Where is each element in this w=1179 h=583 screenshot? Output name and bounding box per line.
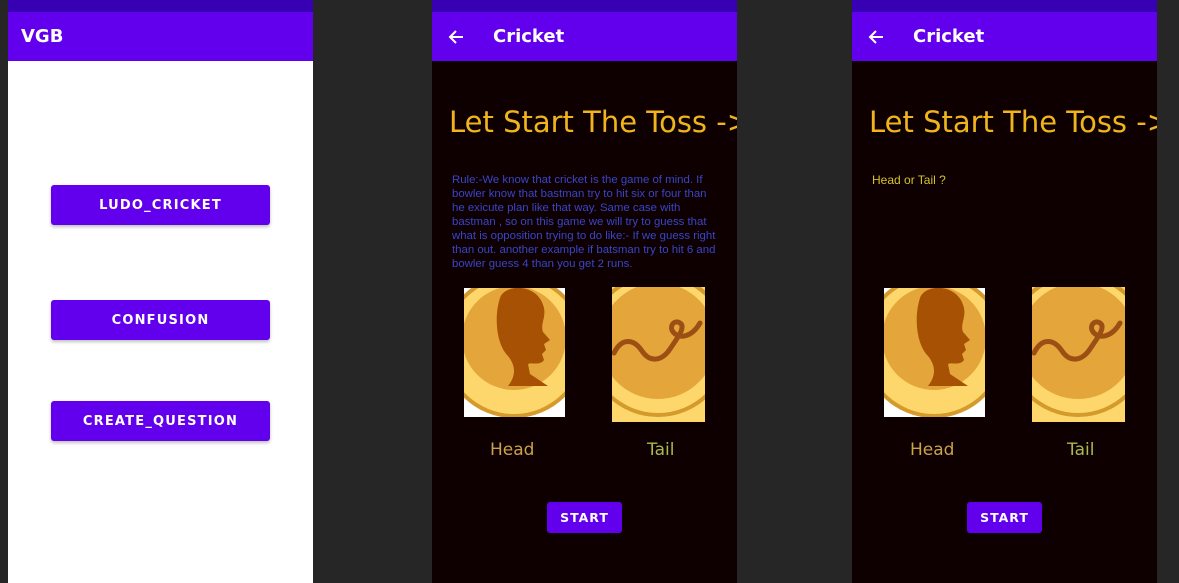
status-bar <box>8 0 313 12</box>
head-coin-image[interactable] <box>442 274 586 418</box>
arrow-left-icon[interactable] <box>444 25 468 49</box>
start-button[interactable]: START <box>967 502 1042 533</box>
app-title: Cricket <box>493 26 565 47</box>
head-coin-image[interactable] <box>862 274 1006 418</box>
question-text: Head or Tail ? <box>872 173 946 187</box>
app-title: Cricket <box>913 26 985 47</box>
rule-text: Rule:-We know that cricket is the game o… <box>452 174 716 270</box>
tail-coin-image[interactable] <box>586 273 730 422</box>
toss-content: Let Start The Toss -> Head or Tail ? Hea… <box>852 61 1157 583</box>
arrow-left-icon[interactable] <box>864 25 888 49</box>
ludo-cricket-button[interactable]: LUDO_CRICKET <box>51 185 270 225</box>
cricket-rules-screen: Cricket Let Start The Toss -> Rule:-We k… <box>432 0 737 583</box>
head-label: Head <box>910 440 955 460</box>
app-bar: VGB <box>8 12 313 61</box>
head-label: Head <box>490 440 535 460</box>
create-question-button[interactable]: CREATE_QUESTION <box>51 401 270 441</box>
app-bar: Cricket <box>432 12 737 61</box>
cricket-question-screen: Cricket Let Start The Toss -> Head or Ta… <box>852 0 1157 583</box>
tail-coin-image[interactable] <box>1006 273 1150 422</box>
status-bar <box>432 0 737 12</box>
app-title: VGB <box>21 26 64 47</box>
menu-content: LUDO_CRICKET CONFUSION CREATE_QUESTION <box>8 61 313 583</box>
app-bar: Cricket <box>852 12 1157 61</box>
tail-label: Tail <box>1067 440 1095 460</box>
toss-content: Let Start The Toss -> Rule:-We know that… <box>432 61 737 583</box>
menu-screen: VGB LUDO_CRICKET CONFUSION CREATE_QUESTI… <box>8 0 313 583</box>
status-bar <box>852 0 1157 12</box>
toss-heading: Let Start The Toss -> <box>449 105 737 139</box>
tail-label: Tail <box>647 440 675 460</box>
confusion-button[interactable]: CONFUSION <box>51 300 270 340</box>
toss-heading: Let Start The Toss -> <box>869 105 1157 139</box>
start-button[interactable]: START <box>547 502 622 533</box>
